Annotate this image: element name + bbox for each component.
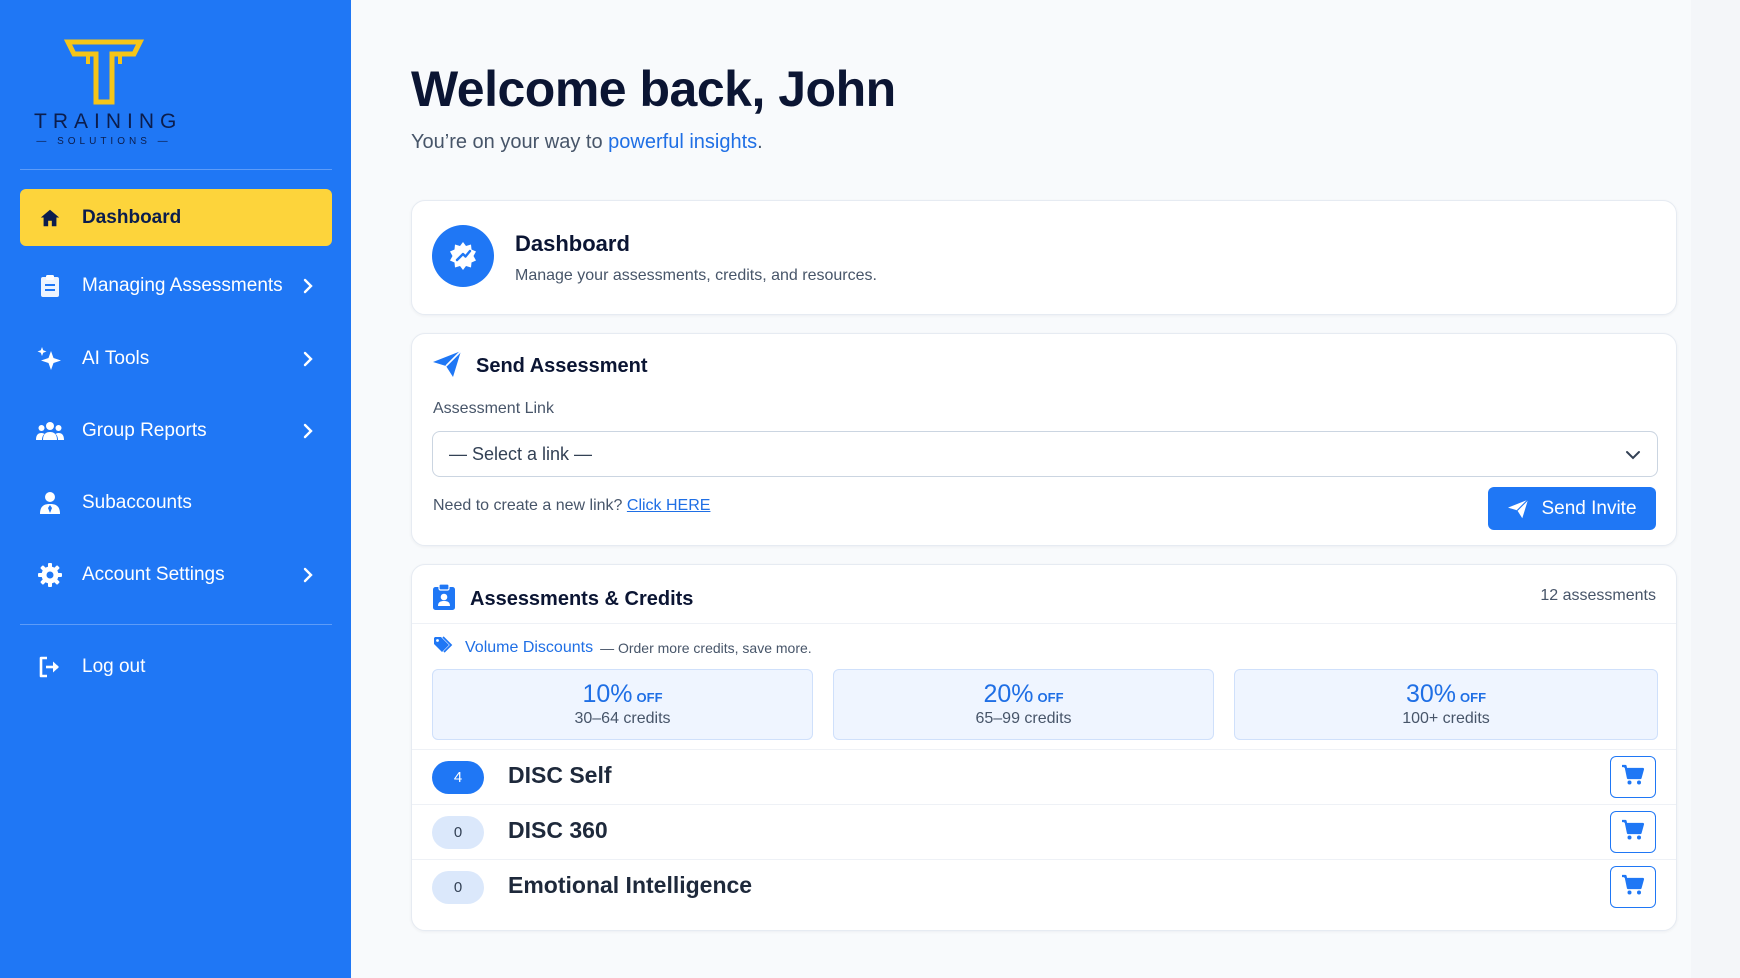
page-subtitle: You’re on your way to powerful insights. [411,131,763,154]
volume-discounts: Volume Discounts — Order more credits, s… [433,636,812,659]
tier-range: 30–64 credits [574,710,671,727]
tier-percent-value: 10% [582,680,633,708]
tag-icon [433,636,455,659]
assessments-credits-card: Assessments & Credits 12 assessments Vol… [411,564,1677,931]
chevron-right-icon [300,423,316,439]
assessment-row: 0 Emotional Intelligence [412,859,1676,914]
chevron-right-icon [300,567,316,583]
logout-label: Log out [82,655,146,677]
chevron-right-icon [300,278,316,294]
users-icon [36,417,64,445]
credit-count-badge: 0 [432,871,484,904]
send-assessment-title: Send Assessment [476,355,648,377]
send-assessment-header: Send Assessment [432,350,648,383]
sidebar-item-subaccounts[interactable]: Subaccounts [20,474,332,531]
chevron-down-icon [1625,444,1641,465]
credits-header: Assessments & Credits [432,583,693,616]
dashboard-card: Dashboard Manage your assessments, credi… [411,200,1677,315]
chevron-right-icon [300,351,316,367]
tier-range: 65–99 credits [975,710,1072,727]
user-tie-icon [36,489,64,517]
logo-wordmark: TRAINING [34,110,183,133]
sidebar-item-managing-assessments[interactable]: Managing Assessments [20,257,332,314]
assessment-name: DISC 360 [508,817,608,843]
assessment-link-select[interactable]: — Select a link — [432,431,1658,477]
paper-plane-icon [432,350,462,383]
assessment-name: Emotional Intelligence [508,872,753,898]
sidebar-item-label: Account Settings [82,563,225,585]
logo-t-mark-icon [64,39,144,105]
create-link[interactable]: Click HERE [627,497,711,514]
logout-icon [36,653,64,681]
sidebar-item-account-settings[interactable]: Account Settings [20,546,332,603]
clipboard-user-icon [432,583,456,616]
tier-off: OFF [1037,690,1064,705]
sparkles-icon [36,345,64,373]
main-content: Welcome back, John You’re on your way to… [351,0,1691,978]
clipboard-icon [36,272,64,300]
buy-credits-button[interactable] [1610,866,1656,908]
logo-subtitle: — SOLUTIONS — [36,136,172,147]
app-window: TRAINING — SOLUTIONS — Dashboard Managin… [0,0,1740,978]
discount-tier: 30% OFF 100+ credits [1234,669,1658,740]
buy-credits-button[interactable] [1610,756,1656,798]
window-edge [1691,0,1740,978]
sidebar-item-dashboard[interactable]: Dashboard [20,189,332,246]
discount-tier: 20% OFF 65–99 credits [833,669,1214,740]
help-text: Need to create a new link? [433,497,627,514]
logo[interactable]: TRAINING — SOLUTIONS — [28,38,180,148]
assessments-count: 12 assessments [1540,587,1656,604]
discount-tier: 10% OFF 30–64 credits [432,669,813,740]
cart-icon [1621,819,1645,846]
send-invite-button[interactable]: Send Invite [1488,487,1656,530]
dashboard-card-description: Manage your assessments, credits, and re… [515,267,877,284]
tier-percent: 10% OFF [433,680,812,709]
assessment-name: DISC Self [508,762,612,788]
sidebar-item-label: Managing Assessments [82,274,283,296]
credits-title: Assessments & Credits [470,588,694,610]
subtitle-suffix: . [757,131,763,153]
sidebar-divider [20,624,332,625]
home-icon [36,204,64,232]
sidebar-item-ai-tools[interactable]: AI Tools [20,330,332,387]
sidebar-item-group-reports[interactable]: Group Reports [20,402,332,459]
assessment-row: 0 DISC 360 [412,804,1676,859]
gear-icon [36,561,64,589]
tier-percent-value: 20% [983,680,1034,708]
assessment-link-label: Assessment Link [433,400,554,417]
tier-off: OFF [1460,690,1487,705]
volume-discounts-label[interactable]: Volume Discounts [465,639,593,657]
create-link-help: Need to create a new link? Click HERE [433,497,710,515]
subtitle-accent: powerful insights [608,131,758,153]
logout-button[interactable]: Log out [20,638,332,695]
cart-icon [1621,874,1645,901]
tier-range: 100+ credits [1402,710,1490,727]
tier-percent: 30% OFF [1235,680,1657,709]
credits-divider [412,623,1676,624]
sidebar-item-label: Dashboard [82,206,182,228]
tier-off: OFF [636,690,663,705]
cart-icon [1621,764,1645,791]
sidebar-item-label: AI Tools [82,347,150,369]
select-value: — Select a link — [449,443,593,464]
subtitle-prefix: You’re on your way to [411,131,609,153]
buy-credits-button[interactable] [1610,811,1656,853]
dashboard-card-title: Dashboard [515,231,630,256]
volume-discounts-desc: — Order more credits, save more. [600,639,812,656]
credit-count-badge: 4 [432,761,484,794]
sidebar: TRAINING — SOLUTIONS — Dashboard Managin… [0,0,351,978]
gauge-icon [432,225,494,287]
sidebar-item-label: Subaccounts [82,491,192,513]
page-title: Welcome back, John [411,61,896,117]
send-invite-label: Send Invite [1541,497,1637,519]
credit-count-badge: 0 [432,816,484,849]
paper-plane-icon [1507,498,1529,519]
send-assessment-card: Send Assessment Assessment Link — Select… [411,333,1677,546]
tier-percent: 20% OFF [834,680,1213,709]
sidebar-divider [20,169,332,170]
assessment-row: 4 DISC Self [412,749,1676,804]
tier-percent-value: 30% [1405,680,1457,708]
sidebar-item-label: Group Reports [82,419,207,441]
